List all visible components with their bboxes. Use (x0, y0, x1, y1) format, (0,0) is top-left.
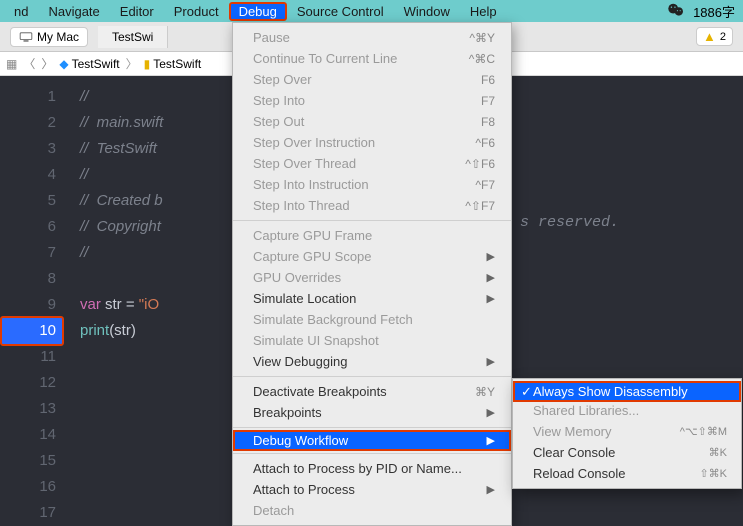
line-number[interactable]: 15 (0, 448, 64, 474)
line-number[interactable]: 2 (0, 110, 64, 136)
line-number[interactable]: 9 (0, 292, 64, 318)
menu-product[interactable]: Product (164, 2, 229, 21)
debug-workflow-submenu: ✓Always Show DisassemblyShared Libraries… (512, 378, 742, 489)
run-destination[interactable]: My Mac (10, 27, 88, 47)
menu-item-step-into-instruction: Step Into Instruction^F7 (233, 174, 511, 195)
submenu-item-reload-console[interactable]: Reload Console⇧⌘K (513, 463, 741, 484)
menu-item-detach: Detach (233, 500, 511, 521)
line-number[interactable]: 4 (0, 162, 64, 188)
line-number[interactable]: 12 (0, 370, 64, 396)
menu-item-step-over-thread: Step Over Thread^⇧F6 (233, 153, 511, 174)
menu-item-capture-gpu-frame: Capture GPU Frame (233, 225, 511, 246)
char-count: 1886字 (693, 2, 735, 21)
menu-item-step-over: Step OverF6 (233, 69, 511, 90)
debug-menu: Pause^⌘YContinue To Current Line^⌘CStep … (232, 22, 512, 526)
line-number[interactable]: 6 (0, 214, 64, 240)
line-number[interactable]: 5 (0, 188, 64, 214)
line-number[interactable]: 13 (0, 396, 64, 422)
line-number[interactable]: 3 (0, 136, 64, 162)
back-icon[interactable]: 〈 (23, 55, 35, 72)
menu-item-step-out: Step OutF8 (233, 111, 511, 132)
mac-icon (19, 32, 33, 42)
menu-help[interactable]: Help (460, 2, 507, 21)
warnings-badge[interactable]: ▲ 2 (696, 27, 733, 46)
line-number[interactable]: 17 (0, 500, 64, 526)
submenu-item-always-show-disassembly[interactable]: ✓Always Show Disassembly (513, 381, 741, 402)
menu-debug[interactable]: Debug (229, 2, 287, 21)
menu-nd[interactable]: nd (4, 2, 38, 21)
submenu-item-view-memory: View Memory^⌥⇧⌘M (513, 421, 741, 442)
crumb-folder[interactable]: ▮ TestSwift (144, 57, 202, 71)
device-label: My Mac (37, 30, 79, 44)
menu-item-continue-to-current-line: Continue To Current Line^⌘C (233, 48, 511, 69)
menu-item-debug-workflow[interactable]: Debug Workflow▶ (233, 430, 511, 451)
warning-icon: ▲ (703, 29, 716, 44)
menu-item-pause: Pause^⌘Y (233, 27, 511, 48)
menu-item-deactivate-breakpoints[interactable]: Deactivate Breakpoints⌘Y (233, 381, 511, 402)
menu-source-control[interactable]: Source Control (287, 2, 394, 21)
menu-item-attach-to-process[interactable]: Attach to Process▶ (233, 479, 511, 500)
menu-item-step-into-thread: Step Into Thread^⇧F7 (233, 195, 511, 216)
menu-item-view-debugging[interactable]: View Debugging▶ (233, 351, 511, 372)
line-number[interactable]: 8 (0, 266, 64, 292)
crumb-sep: 〉 (126, 55, 138, 72)
submenu-item-clear-console[interactable]: Clear Console⌘K (513, 442, 741, 463)
menu-item-capture-gpu-scope: Capture GPU Scope▶ (233, 246, 511, 267)
code-fragment: s reserved. (520, 214, 619, 231)
menu-window[interactable]: Window (394, 2, 460, 21)
line-number[interactable]: 10 (0, 316, 64, 346)
wechat-icon[interactable] (667, 3, 685, 20)
gutter[interactable]: 1234567891011121314151617 (0, 76, 72, 508)
line-number[interactable]: 1 (0, 84, 64, 110)
menu-item-simulate-location[interactable]: Simulate Location▶ (233, 288, 511, 309)
swift-project-icon: ◆ (59, 57, 68, 71)
tab-active[interactable]: TestSwi (98, 26, 168, 48)
menu-item-simulate-background-fetch: Simulate Background Fetch (233, 309, 511, 330)
menu-item-step-over-instruction: Step Over Instruction^F6 (233, 132, 511, 153)
forward-icon[interactable]: 〉 (41, 55, 53, 72)
submenu-item-shared-libraries-: Shared Libraries... (513, 400, 741, 421)
menu-editor[interactable]: Editor (110, 2, 164, 21)
menu-item-attach-to-process-by-pid-or-name-[interactable]: Attach to Process by PID or Name... (233, 458, 511, 479)
line-number[interactable]: 16 (0, 474, 64, 500)
menubar: ndNavigateEditorProductDebugSource Contr… (0, 0, 743, 22)
menu-item-step-into: Step IntoF7 (233, 90, 511, 111)
line-number[interactable]: 14 (0, 422, 64, 448)
crumb-project[interactable]: ◆ TestSwift (59, 57, 119, 71)
related-items-icon[interactable]: ▦ (6, 57, 17, 71)
menu-item-simulate-ui-snapshot: Simulate UI Snapshot (233, 330, 511, 351)
folder-icon: ▮ (144, 57, 151, 71)
line-number[interactable]: 7 (0, 240, 64, 266)
menu-item-breakpoints[interactable]: Breakpoints▶ (233, 402, 511, 423)
line-number[interactable]: 11 (0, 344, 64, 370)
menubar-right: 1886字 (667, 2, 739, 21)
menu-navigate[interactable]: Navigate (38, 2, 109, 21)
menu-item-gpu-overrides: GPU Overrides▶ (233, 267, 511, 288)
